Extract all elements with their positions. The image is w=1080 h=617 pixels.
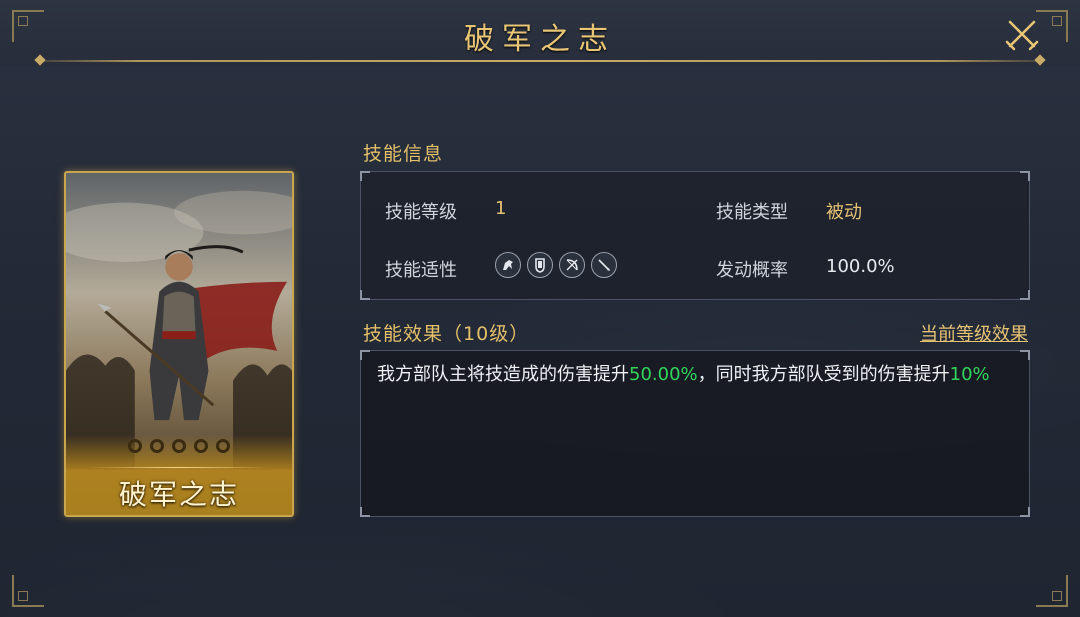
frame-corner bbox=[12, 575, 44, 607]
panel-corner bbox=[1020, 290, 1030, 300]
star-ring bbox=[172, 439, 186, 453]
skill-card: 破军之志 bbox=[64, 171, 294, 517]
panel-corner bbox=[360, 507, 370, 517]
panel-corner bbox=[1020, 507, 1030, 517]
panel-corner bbox=[360, 290, 370, 300]
damage-bonus-value: 50.00% bbox=[629, 364, 698, 385]
current-level-effect-link[interactable]: 当前等级效果 bbox=[920, 320, 1028, 346]
star-ring bbox=[216, 439, 230, 453]
frame-corner bbox=[1036, 575, 1068, 607]
close-button[interactable] bbox=[1004, 16, 1040, 52]
adapt-icon-row bbox=[495, 252, 617, 278]
crossed-swords-icon bbox=[1005, 20, 1039, 51]
skill-effect-title: 技能效果（10级） bbox=[363, 319, 529, 346]
skill-effect-description: 我方部队主将技造成的伤害提升50.00%，同时我方部队受到的伤害提升10% bbox=[377, 361, 1007, 389]
skill-effect-label: 技能效果 bbox=[363, 323, 444, 345]
frame-corner bbox=[12, 10, 44, 42]
skill-type-value: 被动 bbox=[826, 202, 862, 223]
archer-icon[interactable] bbox=[559, 252, 585, 278]
skill-adapt-label: 技能适性 bbox=[385, 260, 457, 281]
cavalry-icon[interactable] bbox=[495, 252, 521, 278]
header-divider bbox=[40, 60, 1040, 62]
frame-corner bbox=[1036, 10, 1068, 42]
damage-taken-value: 10% bbox=[949, 364, 990, 385]
star-ring bbox=[194, 439, 208, 453]
panel-corner bbox=[1020, 171, 1030, 181]
trigger-rate-label: 发动概率 bbox=[716, 260, 788, 281]
skill-level-value: 1 bbox=[495, 198, 507, 219]
star-ring bbox=[128, 439, 142, 453]
star-ring bbox=[150, 439, 164, 453]
effect-text-part2: ，同时我方部队受到的伤害提升 bbox=[697, 364, 950, 385]
card-skill-name: 破军之志 bbox=[118, 478, 239, 511]
panel-corner bbox=[360, 171, 370, 181]
shield-icon[interactable] bbox=[527, 252, 553, 278]
skill-level-label: 技能等级 bbox=[385, 202, 457, 223]
trigger-rate-value: 100.0% bbox=[826, 256, 895, 277]
star-rings bbox=[66, 439, 292, 453]
panel-corner bbox=[360, 350, 370, 360]
skill-info-title: 技能信息 bbox=[363, 143, 444, 165]
skill-effect-level-note: （10级） bbox=[443, 323, 530, 345]
skill-type-label: 技能类型 bbox=[716, 202, 788, 223]
effect-text-part1: 我方部队主将技造成的伤害提升 bbox=[377, 364, 629, 385]
spear-icon[interactable] bbox=[591, 252, 617, 278]
card-divider bbox=[90, 467, 268, 468]
skill-effect-panel: 我方部队主将技造成的伤害提升50.00%，同时我方部队受到的伤害提升10% bbox=[360, 350, 1030, 517]
window-title: 破军之志 bbox=[464, 22, 616, 57]
skill-info-panel: 技能等级 1 技能类型 被动 技能适性 发动概率 100.0% bbox=[360, 171, 1030, 300]
panel-corner bbox=[1020, 350, 1030, 360]
